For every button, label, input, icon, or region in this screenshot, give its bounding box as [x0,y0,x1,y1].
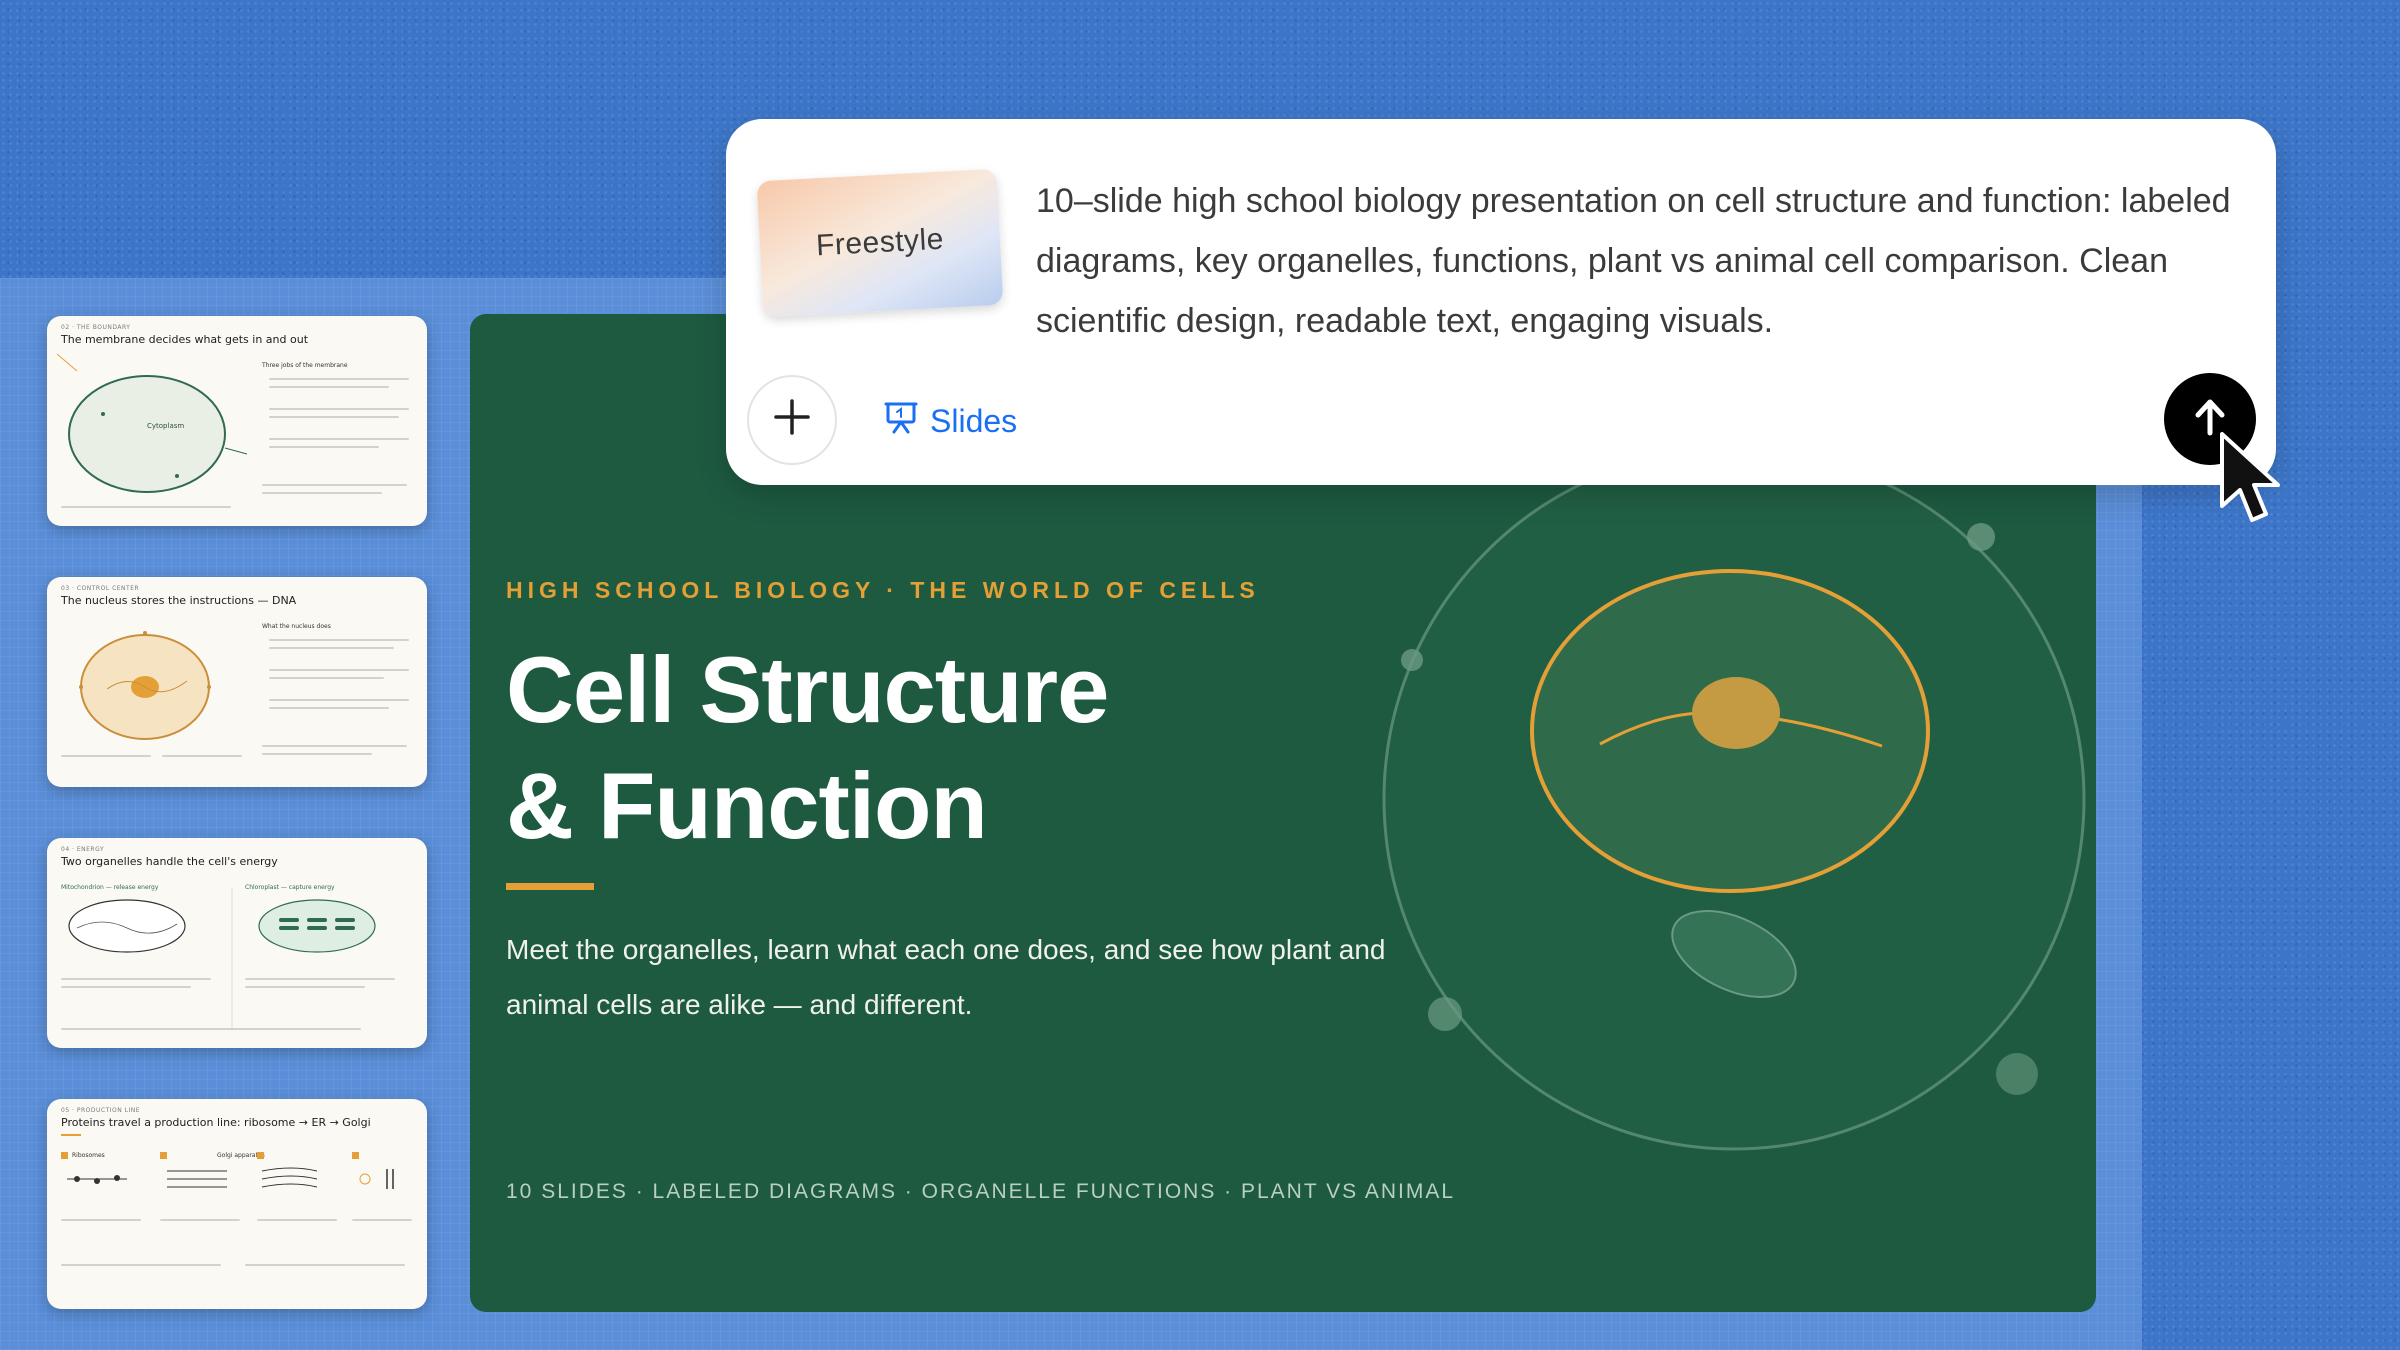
slide-title: Cell Structure & Function [506,632,1406,864]
mouse-cursor-icon [2216,430,2296,535]
title-accent-rule [506,883,594,890]
thumbnail-side-heading: What the nucleus does [262,623,331,630]
style-selector-chip[interactable]: Freestyle [756,168,1004,318]
energy-diagram [68,888,376,1028]
slide-thumbnail[interactable]: 05 · PRODUCTION LINE Proteins travel a p… [47,1099,427,1309]
slide-thumbnail[interactable]: 02 · THE BOUNDARY The membrane decides w… [47,316,427,526]
production-line-diagram [61,1152,394,1189]
plus-icon [772,394,812,446]
slide-title-line: & Function [506,753,988,858]
slides-mode-button[interactable]: Slides [884,398,1017,444]
thumbnail-note: Cytoplasm [147,422,185,430]
slides-mode-label: Slides [930,402,1018,439]
slide-meta: 10 SLIDES · LABELED DIAGRAMS · ORGANELLE… [506,1180,1456,1203]
slide-thumbnail[interactable]: 03 · CONTROL CENTER The nucleus stores t… [47,577,427,787]
slide-thumbnail[interactable]: 04 · ENERGY Two organelles handle the ce… [47,838,427,1048]
slide-title-line: Cell Structure [506,637,1109,742]
style-label: Freestyle [815,222,945,263]
membrane-diagram [56,353,248,493]
prompt-input[interactable]: 10–slide high school biology presentatio… [1036,171,2256,351]
add-attachment-button[interactable] [747,375,837,465]
slide-eyebrow: HIGH SCHOOL BIOLOGY · THE WORLD OF CELLS [506,577,1260,603]
presentation-icon [884,400,918,442]
slide-subtitle: Meet the organelles, learn what each one… [506,934,1386,1020]
thumbnail-side-heading: Three jobs of the membrane [262,362,348,369]
prompt-card: Freestyle 10–slide high school biology p… [726,119,2276,485]
